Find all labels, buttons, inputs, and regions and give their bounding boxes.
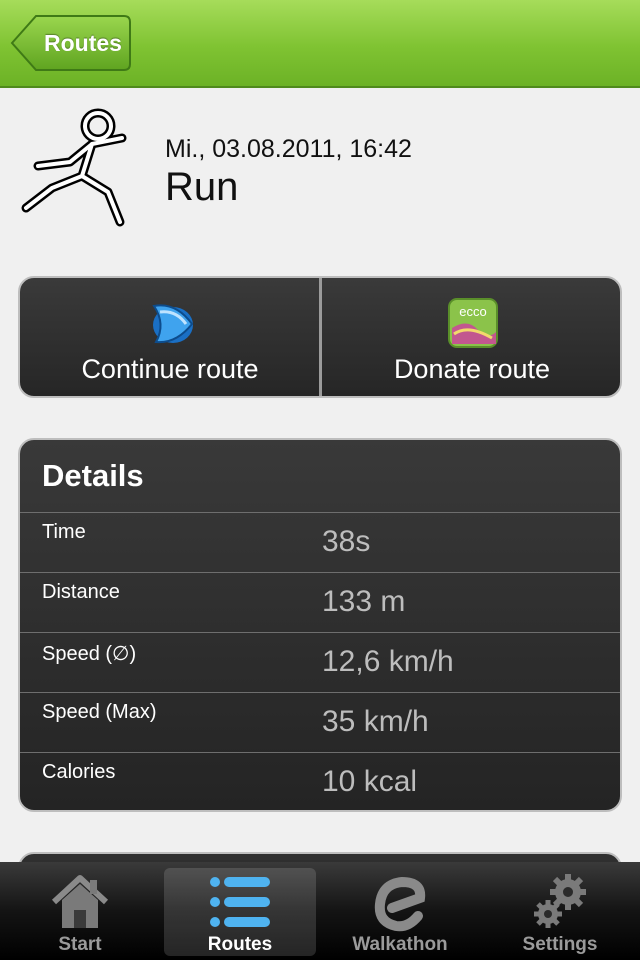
tab-walkathon[interactable]: Walkathon xyxy=(324,868,476,956)
detail-row-time: Time 38s xyxy=(20,512,620,572)
tab-label: Routes xyxy=(207,934,273,955)
ecco-donate-icon: ecco xyxy=(448,298,498,348)
tab-routes[interactable]: Routes xyxy=(164,868,316,956)
detail-row-max-speed: Speed (Max) 35 km/h xyxy=(20,692,620,752)
tab-label: Start xyxy=(58,934,102,955)
ecco-icon-text: ecco xyxy=(459,304,486,319)
detail-label: Speed (∅) xyxy=(42,643,137,665)
details-panel: Details Time 38s Distance 133 m Speed (∅… xyxy=(18,438,622,812)
route-title: Run xyxy=(165,165,239,209)
gears-icon xyxy=(534,874,586,928)
detail-value: 10 kcal xyxy=(322,765,418,798)
continue-route-label: Continue route xyxy=(81,354,259,384)
list-icon xyxy=(210,877,270,927)
detail-row-distance: Distance 133 m xyxy=(20,572,620,632)
continue-route-icon xyxy=(152,304,194,344)
detail-row-calories: Calories 10 kcal xyxy=(20,752,620,810)
detail-label: Time xyxy=(42,521,86,543)
detail-label: Distance xyxy=(42,581,120,603)
continue-route-button[interactable]: Continue route xyxy=(20,278,320,396)
back-button[interactable]: Routes xyxy=(10,14,132,72)
navigation-bar: Routes xyxy=(0,0,640,88)
detail-value: 38s xyxy=(322,525,371,558)
donate-route-button[interactable]: ecco Donate route xyxy=(322,278,620,396)
route-date: Mi., 03.08.2011, 16:42 xyxy=(165,135,412,163)
home-icon xyxy=(51,875,109,928)
detail-value: 12,6 km/h xyxy=(322,645,454,678)
route-actions: Continue route ecco Donate route xyxy=(18,276,622,398)
donate-route-label: Donate route xyxy=(393,354,551,384)
detail-label: Speed (Max) xyxy=(42,701,157,723)
detail-row-avg-speed: Speed (∅) 12,6 km/h xyxy=(20,632,620,692)
detail-value: 35 km/h xyxy=(322,705,429,738)
tab-settings[interactable]: Settings xyxy=(484,868,636,956)
tab-label: Settings xyxy=(522,934,598,955)
runner-icon xyxy=(21,108,127,227)
detail-value: 133 m xyxy=(322,585,406,618)
detail-label: Calories xyxy=(42,761,116,783)
tab-bar: Start Routes Walkathon Settings xyxy=(0,862,640,960)
details-title: Details xyxy=(42,458,144,493)
walkathon-e-icon xyxy=(374,876,426,932)
back-button-label: Routes xyxy=(44,30,122,56)
tab-label: Walkathon xyxy=(352,934,448,955)
tab-start[interactable]: Start xyxy=(4,868,156,956)
